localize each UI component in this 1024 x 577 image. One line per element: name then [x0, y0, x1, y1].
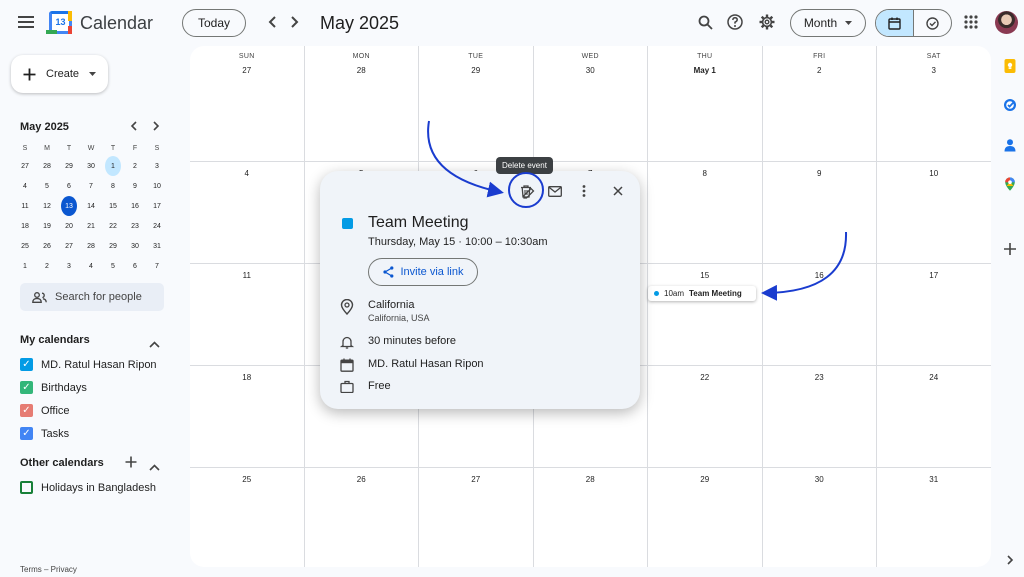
- annotation-arrows: [427, 120, 848, 301]
- arrow-to-event-chip: [761, 231, 848, 301]
- arrow-to-delete-button: [427, 120, 504, 198]
